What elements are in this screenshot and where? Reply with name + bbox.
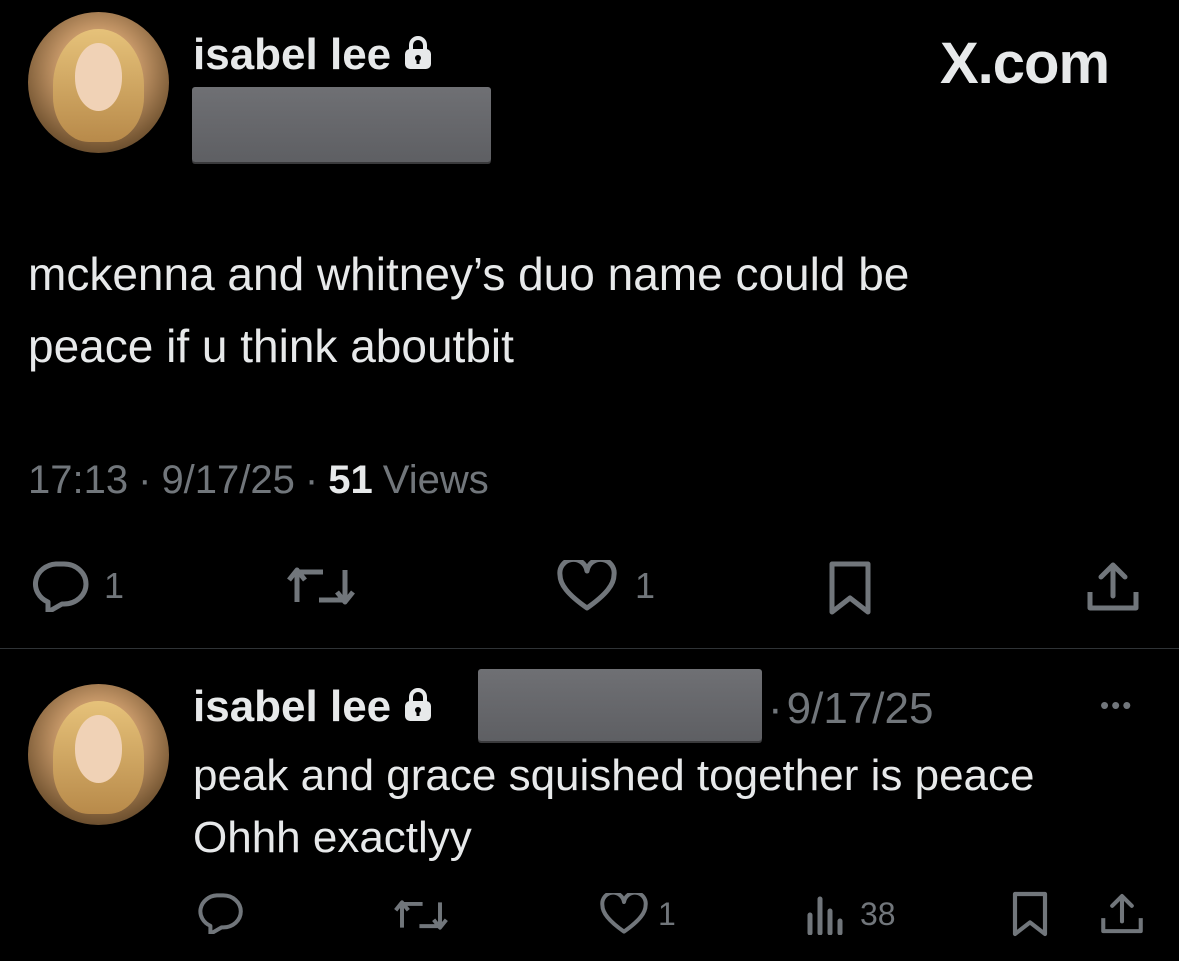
more-options-icon[interactable]: ••• (1100, 690, 1133, 721)
tweet-meta: 17:13 · 9/17/25 · 51 Views (28, 458, 489, 503)
views-icon (806, 893, 846, 935)
tweet-date[interactable]: 9/17/25 (161, 458, 294, 503)
separator: · (304, 458, 319, 502)
bookmark-icon (826, 560, 874, 616)
reply-like-count: 1 (658, 895, 676, 932)
reply-date[interactable]: 9/17/25 (787, 684, 934, 734)
separator: · (768, 684, 783, 733)
reply-author-name[interactable]: isabel lee (193, 682, 391, 732)
author-avatar[interactable] (28, 12, 169, 153)
like-button[interactable]: 1 (557, 560, 655, 612)
tweet-body-line: mckenna and whitney’s duo name could be (28, 248, 910, 300)
tweet-body-line: peace if u think aboutbit (28, 320, 514, 372)
reply-header: isabel lee (193, 682, 433, 732)
bookmark-icon (1010, 890, 1050, 938)
author-name-row: isabel lee (193, 30, 433, 80)
reply-like-button[interactable]: 1 (600, 893, 676, 935)
share-icon (1086, 560, 1140, 614)
reply-button[interactable]: 1 (30, 560, 124, 612)
reply-share-button[interactable] (1100, 892, 1144, 936)
reply-views-count: 38 (860, 895, 896, 932)
retweet-icon (394, 896, 448, 934)
reply-bookmark-button[interactable] (1010, 890, 1050, 938)
redacted-handle (478, 669, 762, 741)
bookmark-button[interactable] (826, 560, 874, 616)
share-button[interactable] (1086, 560, 1140, 614)
reply-author-avatar[interactable] (28, 684, 169, 825)
lock-icon (403, 35, 433, 76)
tweet-body: mckenna and whitney’s duo name could be … (28, 238, 909, 382)
reply-views-button[interactable]: 38 (806, 893, 896, 935)
reply-count: 1 (104, 565, 125, 606)
lock-icon (403, 687, 433, 728)
retweet-icon (287, 562, 355, 610)
retweet-button[interactable] (287, 562, 355, 610)
reply-meta: · 9/17/25 (768, 684, 933, 734)
author-name[interactable]: isabel lee (193, 30, 391, 80)
redacted-handle (192, 87, 491, 162)
separator: · (138, 458, 152, 502)
reply-icon (196, 892, 244, 934)
reply-body-line: Ohhh exactlyy (193, 813, 472, 862)
like-count: 1 (635, 565, 656, 606)
reply-reply-button[interactable] (196, 892, 244, 934)
tweet-time[interactable]: 17:13 (28, 458, 128, 503)
reply-body: peak and grace squished together is peac… (193, 745, 1034, 869)
share-icon (1100, 892, 1144, 936)
reply-icon (30, 560, 90, 612)
like-icon (557, 560, 617, 612)
watermark: X.com (940, 31, 1110, 96)
divider (0, 648, 1179, 649)
views-count: 51 (328, 458, 373, 502)
views-label: Views (382, 458, 489, 502)
reply-body-line: peak and grace squished together is peac… (193, 751, 1035, 800)
reply-retweet-button[interactable] (394, 896, 448, 934)
like-icon (600, 893, 648, 935)
